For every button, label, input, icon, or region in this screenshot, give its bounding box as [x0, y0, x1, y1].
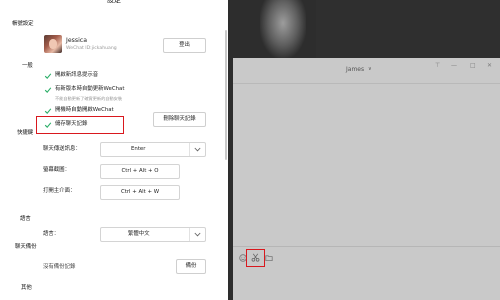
chevron-down-icon	[189, 143, 205, 156]
shortcut-open-main-label: 打開主介面：	[43, 188, 76, 194]
send-key-value: Enter	[131, 145, 146, 152]
open-main-shortcut-field[interactable]: Ctrl + Alt + W	[100, 185, 180, 200]
language-value: 繁體中文	[128, 230, 150, 237]
update-hint: 不能自動更新了確實更新的自動安裝	[55, 96, 123, 101]
language-label: 語言：	[43, 231, 60, 237]
language-section-heading: 語言	[20, 216, 31, 222]
shortcut-screenshot-label: 螢幕截圖：	[43, 167, 70, 173]
user-name: Jessica	[66, 37, 87, 44]
logout-button[interactable]: 登出	[163, 38, 206, 53]
check-icon[interactable]	[44, 72, 52, 80]
pin-icon[interactable]: ⊤	[435, 63, 440, 69]
settings-title: 設定	[107, 0, 121, 4]
background-photo	[260, 0, 306, 58]
clear-history-button[interactable]: 刪除聊天記錄	[153, 112, 206, 127]
minimize-icon[interactable]: —	[451, 63, 457, 69]
screenshot-shortcut-field[interactable]: Ctrl + Alt + O	[100, 164, 180, 179]
option-auto-start: 開機時自動開啟WeChat	[55, 107, 114, 113]
background-photo-right	[316, 0, 500, 58]
wechat-id: WeChat ID:jickahuang	[66, 46, 117, 51]
other-section-heading: 其他	[21, 285, 32, 291]
account-section-heading: 帳號設定	[12, 21, 34, 27]
chevron-down-icon[interactable]: ∨	[368, 67, 372, 72]
chevron-down-icon	[189, 228, 205, 241]
option-new-message-sound: 開啟新訊息提示音	[55, 72, 99, 78]
shortcuts-section-heading: 快捷鍵	[17, 130, 34, 136]
chat-contact-name[interactable]: James	[346, 67, 364, 73]
maximize-icon[interactable]: □	[470, 63, 476, 69]
check-icon[interactable]	[44, 86, 52, 94]
settings-panel: 設定 帳號設定 Jessica WeChat ID:jickahuang 登出 …	[0, 0, 228, 300]
settings-scrollbar[interactable]	[225, 30, 227, 160]
avatar	[44, 35, 62, 53]
highlight-box	[36, 116, 124, 134]
language-dropdown[interactable]: 繁體中文	[100, 227, 206, 242]
folder-icon[interactable]	[264, 253, 273, 262]
screenshot-tool-highlight	[246, 249, 265, 267]
shortcut-send-label: 聊天傳送訊息：	[43, 146, 81, 152]
no-backup-text: 沒有備份記錄	[43, 264, 76, 270]
option-auto-update: 有新版本時自動更新WeChat	[55, 86, 125, 92]
chat-window	[233, 58, 500, 300]
chat-header	[233, 58, 500, 84]
check-icon[interactable]	[44, 107, 52, 115]
backup-section-heading: 聊天備份	[15, 244, 37, 250]
send-key-dropdown[interactable]: Enter	[100, 142, 206, 157]
chat-divider	[233, 246, 500, 247]
backup-button[interactable]: 備份	[176, 259, 206, 274]
close-icon[interactable]: ✕	[487, 63, 492, 69]
general-section-heading: 一般	[22, 63, 33, 69]
